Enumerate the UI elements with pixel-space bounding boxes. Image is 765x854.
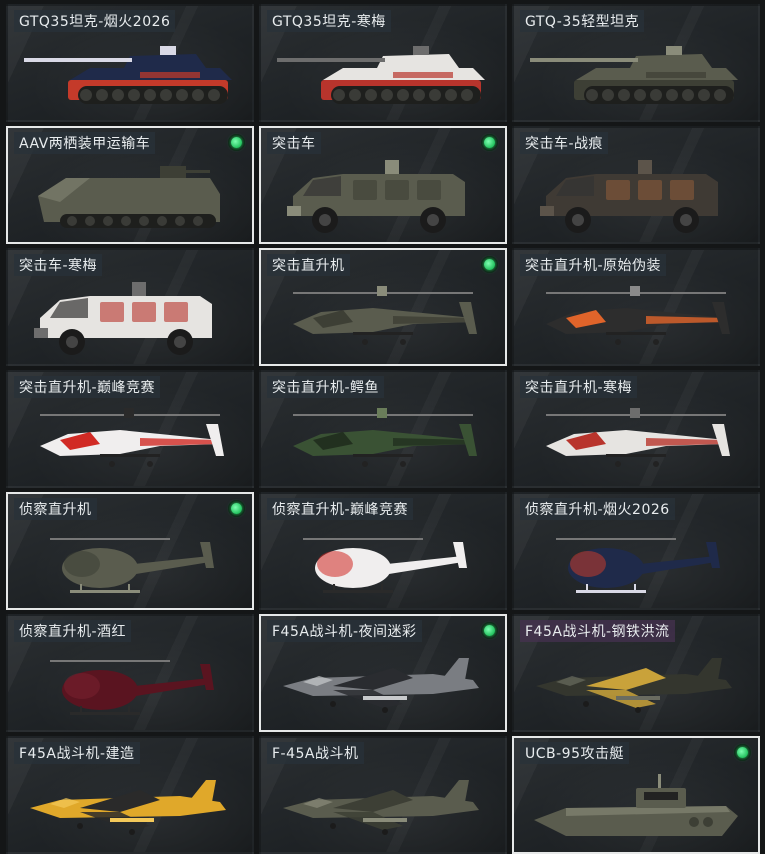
vehicle-card[interactable]: 突击车-寒梅 [6,248,254,366]
vehicle-card[interactable]: GTQ35坦克-寒梅 [259,4,507,122]
vehicle-skin-grid: GTQ35坦克-烟火2026 GTQ35坦克-寒梅 GTQ-35轻型坦克 AAV… [0,0,765,854]
tank-vehicle-image [261,28,505,120]
equipped-indicator-icon [481,622,498,639]
scout-vehicle-image [8,516,252,608]
scout-vehicle-image [514,516,758,608]
vehicle-card[interactable]: GTQ35坦克-烟火2026 [6,4,254,122]
boat-vehicle-image [514,760,758,852]
scout-vehicle-image [261,516,505,608]
apache-vehicle-image [261,394,505,486]
vehicle-card[interactable]: F-45A战斗机 [259,736,507,854]
truck-vehicle-image [261,150,505,242]
apache-vehicle-image [514,272,758,364]
jet-vehicle-image [261,760,505,852]
truck-vehicle-image [8,272,252,364]
equipped-indicator-icon [228,134,245,151]
aav-vehicle-image [8,150,252,242]
vehicle-card[interactable]: AAV两栖装甲运输车 [6,126,254,244]
vehicle-card[interactable]: GTQ-35轻型坦克 [512,4,760,122]
equipped-indicator-icon [228,500,245,517]
vehicle-card[interactable]: 侦察直升机-巅峰竞赛 [259,492,507,610]
tank-vehicle-image [514,28,758,120]
equipped-indicator-icon [481,256,498,273]
vehicle-card[interactable]: UCB-95攻击艇 [512,736,760,854]
apache-vehicle-image [8,394,252,486]
apache-vehicle-image [514,394,758,486]
vehicle-card[interactable]: 侦察直升机 [6,492,254,610]
vehicle-card[interactable]: 突击直升机-巅峰竞赛 [6,370,254,488]
vehicle-card[interactable]: 侦察直升机-烟火2026 [512,492,760,610]
vehicle-card[interactable]: 突击车 [259,126,507,244]
vehicle-card[interactable]: F45A战斗机-建造 [6,736,254,854]
jet-vehicle-image [8,760,252,852]
truck-vehicle-image [514,150,758,242]
vehicle-card[interactable]: 侦察直升机-酒红 [6,614,254,732]
vehicle-card[interactable]: 突击直升机 [259,248,507,366]
equipped-indicator-icon [734,744,751,761]
equipped-indicator-icon [481,134,498,151]
vehicle-card[interactable]: F45A战斗机-夜间迷彩 [259,614,507,732]
tank-vehicle-image [8,28,252,120]
scout-vehicle-image [8,638,252,730]
jet-vehicle-image [261,638,505,730]
vehicle-card[interactable]: 突击直升机-鳄鱼 [259,370,507,488]
vehicle-card[interactable]: F45A战斗机-钢铁洪流 [512,614,760,732]
jet-vehicle-image [514,638,758,730]
vehicle-card[interactable]: 突击直升机-原始伪装 [512,248,760,366]
apache-vehicle-image [261,272,505,364]
vehicle-card[interactable]: 突击车-战痕 [512,126,760,244]
vehicle-card[interactable]: 突击直升机-寒梅 [512,370,760,488]
